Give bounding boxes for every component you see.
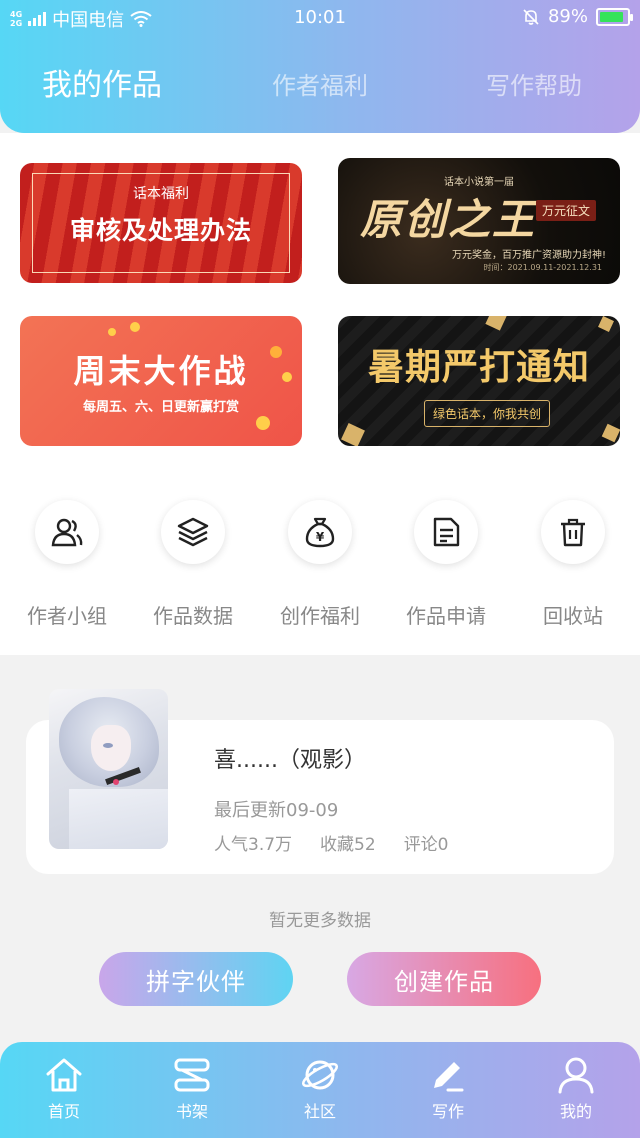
- banner-title: 周末大作战: [73, 352, 249, 390]
- mute-bell-icon: [523, 8, 539, 25]
- money-bag-icon: ¥: [305, 517, 335, 548]
- status-bar: 4G 2G 中国电信 10:01 89%: [0, 0, 640, 36]
- banner-title: 审核及处理办法: [69, 216, 252, 245]
- profile-icon: [558, 1057, 594, 1094]
- create-work-button[interactable]: 创建作品: [347, 952, 541, 1006]
- nav-home[interactable]: 首页: [14, 1056, 114, 1122]
- partner-button[interactable]: 拼字伙伴: [99, 952, 293, 1006]
- banner-tag: 绿色话本，你我共创: [424, 400, 551, 427]
- banner-time: 时间：2021.09.11-2021.12.31: [483, 263, 603, 272]
- top-tabs: 我的作品 作者福利 写作帮助: [0, 66, 640, 116]
- pen-icon: [434, 1062, 464, 1092]
- bottom-nav: 首页 书架 社区 写作 我的: [0, 1042, 640, 1138]
- tab-writing-help[interactable]: 写作帮助: [486, 66, 582, 101]
- header: 4G 2G 中国电信 10:01 89% 我的作品 作者福利 写作帮助: [0, 0, 640, 133]
- work-stats: 人气3.7万 收藏52 评论0: [214, 830, 449, 855]
- svg-text:¥: ¥: [316, 530, 325, 544]
- nav-profile[interactable]: 我的: [526, 1056, 626, 1122]
- no-more-data: 暂无更多数据: [269, 911, 371, 931]
- nav-community[interactable]: 社区: [270, 1056, 370, 1122]
- nav-bookshelf[interactable]: 书架: [142, 1056, 242, 1122]
- shortcut-creation-benefits[interactable]: ¥ 创作福利: [256, 500, 384, 629]
- banner-review-rules[interactable]: 话本福利 审核及处理办法: [20, 163, 302, 283]
- banner-subtitle: 话本福利: [133, 186, 189, 202]
- work-popularity: 人气3.7万: [214, 835, 293, 855]
- shortcut-work-application[interactable]: 作品申请: [382, 500, 510, 629]
- work-cover-image[interactable]: [49, 689, 168, 849]
- status-right: 89%: [522, 6, 633, 27]
- battery-icon: [596, 7, 633, 26]
- banner-summer-notice[interactable]: 暑期严打通知 绿色话本，你我共创: [338, 316, 620, 446]
- shortcut-author-group[interactable]: 作者小组: [3, 500, 131, 629]
- battery-percent: 89%: [547, 6, 588, 27]
- banner-tag: 万元征文: [536, 200, 597, 221]
- author-group-icon: [51, 518, 83, 547]
- shortcut-work-data[interactable]: 作品数据: [129, 500, 257, 629]
- banner-original-king[interactable]: 话本小说第一届 原创之王 万元征文 万元奖金，百万推广资源助力封神! 时间：20…: [338, 158, 620, 284]
- planet-icon: [301, 1060, 339, 1090]
- layers-icon: [177, 517, 209, 547]
- work-favorites: 收藏52: [320, 835, 376, 855]
- banner-description: 万元奖金，百万推广资源助力封神!: [451, 250, 606, 261]
- shortcut-row: 作者小组 作品数据 ¥ 创作福利 作品申请 回收站: [0, 500, 640, 640]
- work-title[interactable]: 喜......（观影）: [214, 742, 366, 774]
- work-comments: 评论0: [403, 835, 449, 855]
- banner-subtitle: 每周五、六、日更新赢打赏: [82, 400, 239, 415]
- home-icon: [46, 1058, 82, 1092]
- document-icon: [433, 517, 460, 547]
- shortcut-recycle-bin[interactable]: 回收站: [509, 500, 637, 629]
- tab-author-benefits[interactable]: 作者福利: [272, 66, 368, 101]
- banner-title: 暑期严打通知: [367, 347, 590, 388]
- nav-write[interactable]: 写作: [398, 1056, 498, 1122]
- banner-weekend-battle[interactable]: 周末大作战 每周五、六、日更新赢打赏: [20, 316, 302, 446]
- trash-icon: [561, 518, 585, 547]
- work-last-update: 最后更新09-09: [214, 800, 339, 821]
- banner-title: 原创之王: [360, 195, 537, 244]
- tab-my-works[interactable]: 我的作品: [42, 60, 162, 104]
- bookshelf-icon: [174, 1058, 210, 1092]
